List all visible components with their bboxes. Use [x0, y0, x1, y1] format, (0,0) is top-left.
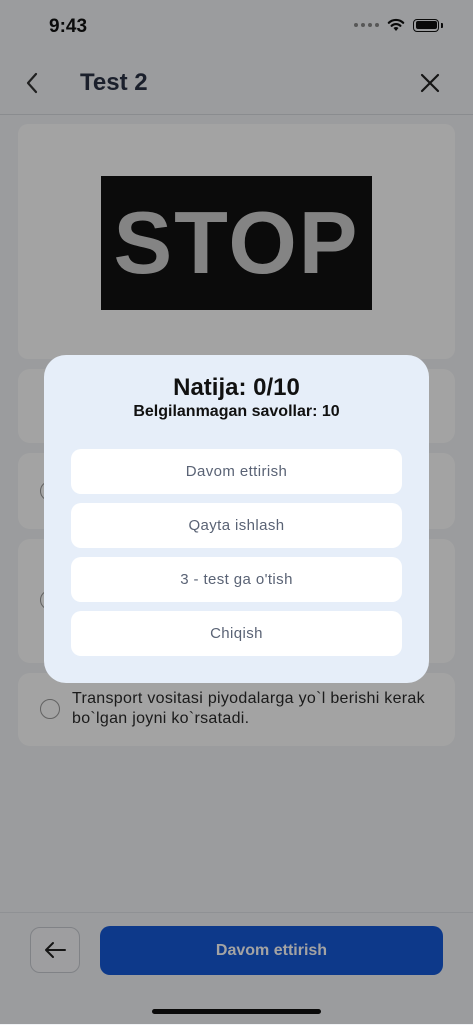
retry-button[interactable]: Qayta ishlash — [71, 503, 402, 548]
unanswered-count: Belgilanmagan savollar: 10 — [133, 403, 340, 420]
result-title: Natija: 0/10 — [173, 374, 300, 401]
continue-test-button[interactable]: Davom ettirish — [71, 449, 402, 494]
exit-button[interactable]: Chiqish — [71, 611, 402, 656]
result-modal: Natija: 0/10 Belgilanmagan savollar: 10 … — [44, 355, 429, 683]
next-test-button[interactable]: 3 - test ga o'tish — [71, 557, 402, 602]
